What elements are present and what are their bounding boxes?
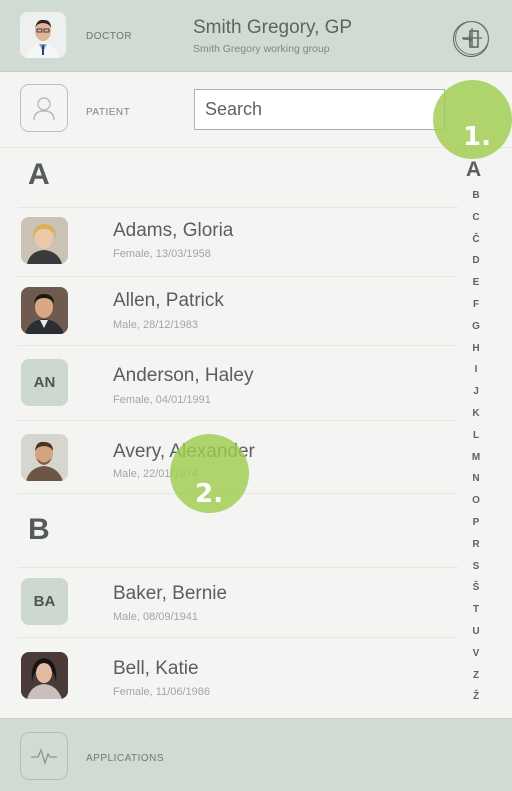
alphabet-letter[interactable]: V: [470, 648, 482, 659]
alphabet-letter[interactable]: Š: [470, 582, 482, 593]
patient-row-bell[interactable]: Bell, Katie Female, 11/06/1986: [0, 637, 460, 707]
alphabet-letter[interactable]: F: [470, 299, 482, 310]
alphabet-letter[interactable]: Z: [470, 670, 482, 681]
alphabet-letter[interactable]: P: [470, 517, 482, 528]
doctor-label: DOCTOR: [86, 31, 133, 42]
add-circle-icon: [462, 28, 482, 48]
patient-initials-badge: AN: [21, 359, 68, 406]
patient-info: Male, 08/09/1941: [113, 611, 199, 623]
patient-photo: [21, 434, 68, 481]
marker-1-label: 1.: [463, 122, 491, 152]
patient-name: Bell, Katie: [113, 658, 199, 679]
patient-info: Male, 28/12/1983: [113, 319, 199, 331]
doctor-name: Smith Gregory, GP: [193, 17, 353, 38]
alphabet-letter[interactable]: K: [470, 408, 482, 419]
patient-label: PATIENT: [86, 107, 131, 118]
patient-name: Baker, Bernie: [113, 583, 228, 604]
add-patient-button[interactable]: [455, 21, 489, 55]
alphabet-letter[interactable]: R: [470, 539, 482, 550]
patient-avatar: [21, 287, 68, 334]
patient-row-baker[interactable]: BA Baker, Bernie Male, 08/09/1941: [0, 567, 460, 637]
alphabet-letter[interactable]: T: [470, 604, 482, 615]
patient-avatar: [21, 217, 68, 264]
alphabet-letter[interactable]: E: [470, 277, 482, 288]
alphabet-letter[interactable]: L: [470, 430, 482, 441]
alphabet-letter[interactable]: S: [470, 561, 482, 572]
alphabet-letter[interactable]: H: [470, 343, 482, 354]
alphabet-letter[interactable]: D: [470, 255, 482, 266]
patient-info: Female, 13/03/1958: [113, 248, 211, 260]
alphabet-letter[interactable]: Č: [470, 234, 482, 245]
applications-label: APPLICATIONS: [86, 753, 165, 764]
section-header-a: A: [28, 158, 50, 191]
section-header-b: B: [28, 513, 50, 546]
patient-avatar: [21, 652, 68, 699]
alphabet-letter[interactable]: J: [470, 386, 482, 397]
bottom-bar: APPLICATIONS: [0, 718, 512, 791]
patient-row-adams[interactable]: Adams, Gloria Female, 13/03/1958: [0, 207, 460, 277]
doctor-avatar[interactable]: [20, 12, 66, 58]
alphabet-letter[interactable]: G: [470, 321, 482, 332]
person-icon: [33, 97, 55, 121]
alphabet-letter[interactable]: I: [470, 364, 482, 375]
alphabet-letter[interactable]: O: [470, 495, 482, 506]
marker-2-label: 2.: [195, 479, 223, 509]
patient-row-anderson[interactable]: AN Anderson, Haley Female, 04/01/1991: [0, 345, 460, 415]
alphabet-letter[interactable]: A: [466, 158, 481, 182]
alphabet-letter[interactable]: U: [470, 626, 482, 637]
patient-info: Female, 04/01/1991: [113, 394, 211, 406]
patient-info: Female, 11/06/1986: [113, 686, 211, 698]
patient-name: Anderson, Haley: [113, 365, 254, 386]
patient-photo: [21, 217, 68, 264]
alphabet-letter[interactable]: M: [470, 452, 482, 463]
patient-name: Adams, Gloria: [113, 220, 234, 241]
alphabet-letter[interactable]: B: [470, 190, 482, 201]
patient-button[interactable]: [20, 84, 68, 132]
alphabet-letter[interactable]: Ž: [470, 691, 482, 702]
alphabet-letter[interactable]: N: [470, 473, 482, 484]
patient-avatar: [21, 434, 68, 481]
alphabet-letter[interactable]: C: [470, 212, 482, 223]
search-input[interactable]: [194, 89, 445, 130]
patient-row-allen[interactable]: Allen, Patrick Male, 28/12/1983: [0, 276, 460, 346]
applications-button[interactable]: [20, 732, 68, 780]
doctor-photo: [20, 12, 66, 58]
top-bar: DOCTOR Smith Gregory, GP Smith Gregory w…: [0, 0, 512, 72]
doctor-group: Smith Gregory working group: [193, 43, 330, 55]
patient-initials-badge: BA: [21, 578, 68, 625]
heartbeat-icon: [31, 748, 57, 766]
patient-photo: [21, 287, 68, 334]
patient-name: Allen, Patrick: [113, 290, 224, 311]
patient-photo: [21, 652, 68, 699]
